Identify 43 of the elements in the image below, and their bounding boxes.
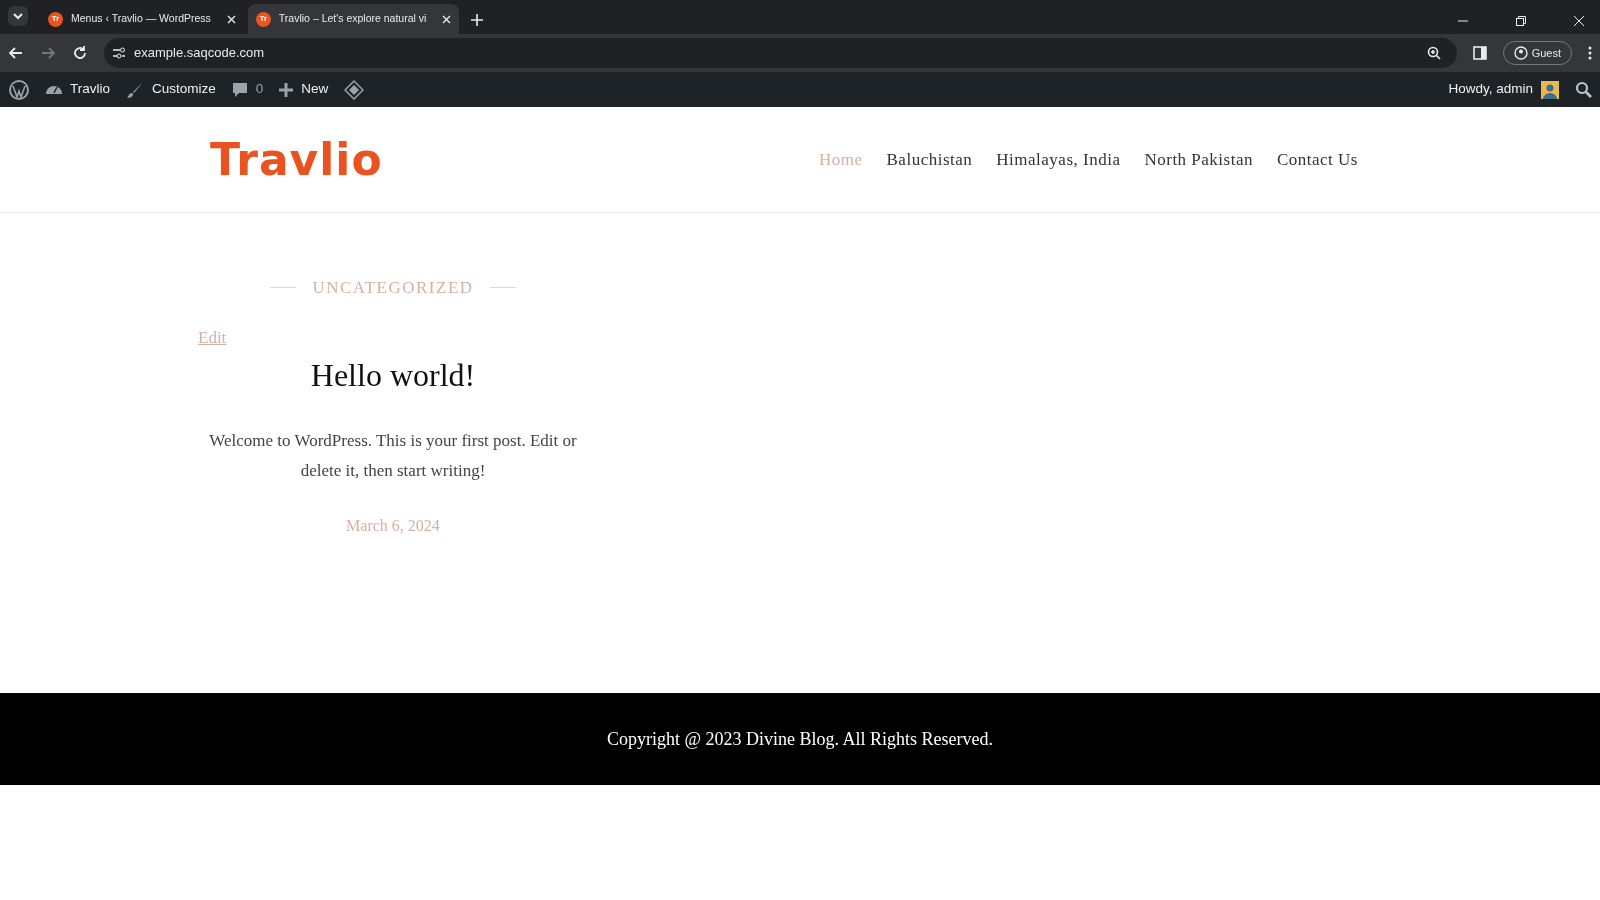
browser-tab[interactable]: Tr Travlio – Let's explore natural vi [247, 4, 460, 34]
menu-icon[interactable] [1588, 46, 1592, 60]
nav-link[interactable]: Himalayas, India [996, 146, 1121, 173]
new-tab-icon[interactable] [471, 14, 484, 26]
url-text: example.saqcode.com [134, 44, 265, 63]
dashboard-icon [46, 85, 62, 94]
close-window-icon[interactable] [1574, 16, 1584, 26]
search-icon[interactable] [1575, 81, 1592, 98]
nav-link[interactable]: Baluchistan [886, 146, 973, 173]
browser-tab[interactable]: Tr Menus ‹ Travlio — WordPress [40, 4, 244, 34]
post-title[interactable]: Hello world! [310, 356, 476, 395]
avatar-icon [1541, 80, 1559, 99]
nav-link[interactable]: Contact Us [1276, 146, 1358, 173]
comments-link[interactable]: 0 [231, 79, 264, 100]
plus-icon [279, 82, 294, 97]
forward-icon[interactable] [40, 45, 56, 61]
site-link[interactable]: Travlio [46, 79, 110, 100]
site-logo[interactable]: Travlio [210, 126, 383, 193]
nav-link[interactable]: North Pakistan [1144, 146, 1253, 173]
site-favicon: Tr [255, 11, 271, 27]
zoom-icon[interactable] [1426, 46, 1441, 60]
site-settings-icon[interactable] [112, 46, 126, 60]
restore-icon[interactable] [1516, 16, 1526, 26]
wordpress-logo-icon[interactable] [8, 78, 30, 101]
back-icon[interactable] [8, 45, 24, 61]
site-favicon: Tr [48, 11, 63, 27]
new-link[interactable]: New [279, 79, 329, 100]
profile-icon [1513, 46, 1528, 60]
diamond-icon[interactable] [344, 79, 365, 100]
customize-link[interactable]: Customize [126, 79, 216, 100]
post-excerpt: Welcome to WordPress. This is your first post. Edit or delete it, then start writing! [208, 430, 578, 483]
close-icon[interactable] [226, 14, 236, 24]
tab-title: Travlio – Let's explore natural vi [278, 11, 427, 27]
account-link[interactable]: Howdy, admin [1448, 79, 1559, 100]
copyright-text: Copyright @ 2023 Divine Blog. All Rights Reserved. [606, 727, 994, 751]
side-panel-icon[interactable] [1472, 46, 1487, 60]
address-bar[interactable]: example.saqcode.com [104, 38, 1457, 68]
post-date: March 6, 2024 [346, 516, 440, 537]
comment-icon [231, 81, 248, 98]
tab-title: Menus ‹ Travlio — WordPress [71, 11, 211, 27]
tab-list-icon[interactable] [8, 6, 28, 26]
close-icon[interactable] [442, 14, 452, 24]
reload-icon[interactable] [72, 45, 88, 61]
